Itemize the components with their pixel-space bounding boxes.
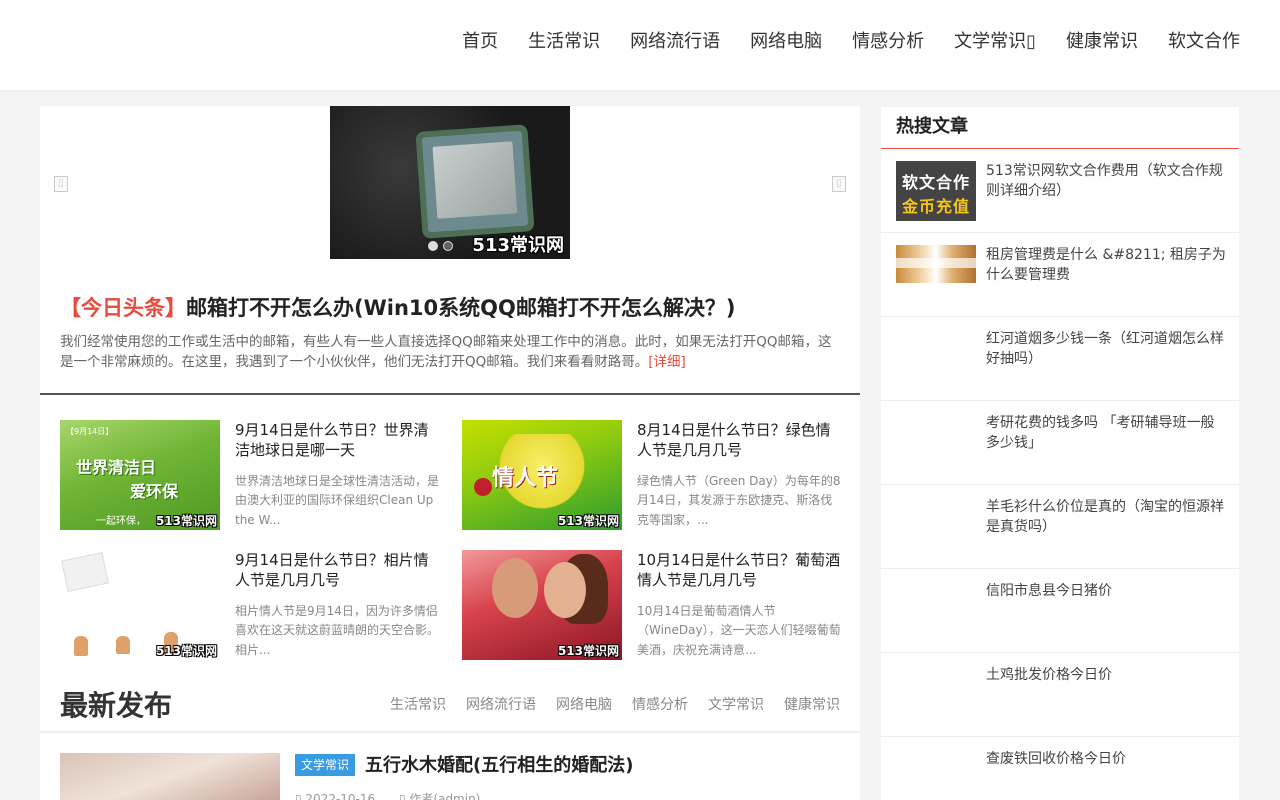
article-thumb[interactable]: 【9月14日】 世界清洁日 爱环保 一起环保， 513常识网 [60,420,220,530]
dropdown-icon: ▯ [1026,31,1036,52]
nav-item-life[interactable]: 生活常识 [528,30,600,54]
hot-article-title[interactable]: 土鸡批发价格今日价 [986,665,1226,685]
hot-article-item: 租房管理费是什么 &#8211; 租房子为什么要管理费 [881,233,1239,317]
article-thumb[interactable]: 513常识网 [462,550,622,660]
slider-dot[interactable] [428,241,438,251]
hot-article-title[interactable]: 红河道烟多少钱一条（红河道烟怎么样好抽吗） [986,329,1226,369]
headline-desc: 我们经常使用您的工作或生活中的邮箱，有些人有一些人直接选择QQ邮箱来处理工作中的… [60,332,840,372]
main-content: ▯ 513常识网 ▯ 【今日头条】邮箱打不开怎么办(Win10系统QQ邮箱打不开… [40,106,860,800]
post-author: ▯ 作者(admin) [398,792,481,800]
article-title[interactable]: 8月14日是什么节日？绿色情人节是几月几号 [637,420,842,460]
nav-item-cooperation[interactable]: 软文合作 [1168,30,1240,54]
nav-item-health[interactable]: 健康常识 [1066,30,1138,54]
watermark: 513常识网 [472,235,564,256]
headline-text: 邮箱打不开怎么办(Win10系统QQ邮箱打不开怎么解决？) [186,296,736,320]
headline-title[interactable]: 【今日头条】邮箱打不开怎么办(Win10系统QQ邮箱打不开怎么解决？) [60,292,840,322]
headline-desc-text: 我们经常使用您的工作或生活中的邮箱，有些人有一些人直接选择QQ邮箱来处理工作中的… [60,334,832,370]
site-header: 首页 生活常识 网络流行语 网络电脑 情感分析 文学常识▯ 健康常识 软文合作 [0,0,1280,90]
hot-article-item: 信阳市息县今日猪价 [881,569,1239,653]
tab-computer[interactable]: 网络电脑 [556,694,612,714]
thumb-text: 爱环保 [130,482,179,501]
article-card: 513常识网 10月14日是什么节日？葡萄酒情人节是几月几号 10月14日是葡萄… [462,550,844,660]
slider-dots [428,241,458,251]
article-title[interactable]: 9月14日是什么节日？世界清洁地球日是哪一天 [235,420,440,460]
nav-item-computer[interactable]: 网络电脑 [750,30,822,54]
article-thumb[interactable]: 情人节 513常识网 [462,420,622,530]
article-title[interactable]: 10月14日是什么节日？葡萄酒情人节是几月几号 [637,550,842,590]
thumb-text: 情人节 [492,466,559,491]
article-thumb[interactable]: 513常识网 [60,550,220,660]
slider-next-icon[interactable]: ▯ [832,176,846,192]
hot-article-title[interactable]: 考研花费的钱多吗 「考研辅导班一般多少钱」 [986,413,1226,453]
main-nav: 首页 生活常识 网络流行语 网络电脑 情感分析 文学常识▯ 健康常识 软文合作 [432,30,1240,54]
article-card: 情人节 513常识网 8月14日是什么节日？绿色情人节是几月几号 绿色情人节（G… [462,420,844,530]
nav-item-buzzwords[interactable]: 网络流行语 [630,30,720,54]
watermark: 513常识网 [557,514,619,528]
headline-tag: 【今日头条】 [60,296,186,320]
hot-article-thumb[interactable] [896,245,976,283]
thumb-text: 金币充值 [901,197,970,216]
article-desc: 世界清洁地球日是全球性清洁活动，是由澳大利亚的国际环保组织Clean Up th… [235,474,440,527]
nav-item-home[interactable]: 首页 [462,30,498,54]
slider-dot[interactable] [443,241,453,251]
hot-article-item: 软文合作 金币充值 513常识网软文合作费用（软文合作规则详细介绍） [881,149,1239,233]
thumb-caption: 【9月14日】 [66,427,114,436]
post-title[interactable]: 五行水木婚配(五行相生的婚配法) [365,754,633,778]
hot-article-item: 羊毛衫什么价位是真的（淘宝的恒源祥是真货吗） [881,485,1239,569]
watermark: 513常识网 [557,644,619,658]
article-card: 513常识网 9月14日是什么节日？相片情人节是几月几号 相片情人节是9月14日… [60,550,442,660]
slide-image[interactable]: 513常识网 [330,106,570,259]
hot-article-title[interactable]: 查废铁回收价格今日价 [986,749,1226,769]
article-desc: 绿色情人节（Green Day）为每年的8月14日，其发源于东欧捷克、斯洛伐克等… [637,474,841,527]
divider [40,393,860,395]
sidebar-title: 热搜文章 [896,116,968,137]
hot-article-title[interactable]: 租房管理费是什么 &#8211; 租房子为什么要管理费 [986,245,1226,285]
hot-article-item: 查废铁回收价格今日价 [881,737,1239,800]
article-desc: 相片情人节是9月14日，因为许多情侣喜欢在这天就这蔚蓝晴朗的天空合影。相片... [235,604,440,657]
article-card: 【9月14日】 世界清洁日 爱环保 一起环保， 513常识网 9月14日是什么节… [60,420,442,530]
latest-tabs: 生活常识 网络流行语 网络电脑 情感分析 文学常识 健康常识 [370,694,840,714]
hot-article-item: 考研花费的钱多吗 「考研辅导班一般多少钱」 [881,401,1239,485]
category-badge[interactable]: 文学常识 [295,754,356,776]
hot-article-title[interactable]: 信阳市息县今日猪价 [986,581,1226,601]
hot-article-title[interactable]: 羊毛衫什么价位是真的（淘宝的恒源祥是真货吗） [986,497,1226,537]
article-title[interactable]: 9月14日是什么节日？相片情人节是几月几号 [235,550,440,590]
nav-item-literature-label: 文学常识 [954,31,1027,52]
post-date: ▯ 2022-10-16 [295,792,376,800]
tab-life[interactable]: 生活常识 [390,694,446,714]
nav-item-emotion[interactable]: 情感分析 [852,30,924,54]
thumb-text: 软文合作 [901,173,970,192]
tab-health[interactable]: 健康常识 [784,694,840,714]
tab-emotion[interactable]: 情感分析 [632,694,688,714]
cpu-picture [421,130,529,233]
hot-article-item: 红河道烟多少钱一条（红河道烟怎么样好抽吗） [881,317,1239,401]
hot-article-item: 土鸡批发价格今日价 [881,653,1239,737]
latest-section-title: 最新发布 [60,689,173,722]
headline-slider: ▯ 513常识网 ▯ [40,106,860,264]
hot-articles-sidebar: 热搜文章 软文合作 金币充值 513常识网软文合作费用（软文合作规则详细介绍） … [881,107,1239,800]
post-meta: ▯ 2022-10-16 ▯ 作者(admin) [295,790,500,800]
watermark: 513常识网 [155,514,217,528]
divider [40,731,860,733]
article-desc: 10月14日是葡萄酒情人节（WineDay），这一天恋人们轻啜葡萄美酒，庆祝充满… [637,604,841,657]
watermark: 513常识网 [155,644,217,658]
post-thumb[interactable] [60,753,280,800]
tab-literature[interactable]: 文学常识 [708,694,764,714]
nav-item-literature[interactable]: 文学常识▯ [954,30,1036,54]
slider-prev-icon[interactable]: ▯ [54,176,68,192]
more-link[interactable]: [详细] [648,354,686,370]
hot-article-thumb[interactable]: 软文合作 金币充值 [896,161,976,221]
thumb-text: 世界清洁日 [76,458,157,477]
hot-article-title[interactable]: 513常识网软文合作费用（软文合作规则详细介绍） [986,161,1226,201]
thumb-text: 一起环保， [96,516,146,527]
tab-buzzwords[interactable]: 网络流行语 [466,694,536,714]
